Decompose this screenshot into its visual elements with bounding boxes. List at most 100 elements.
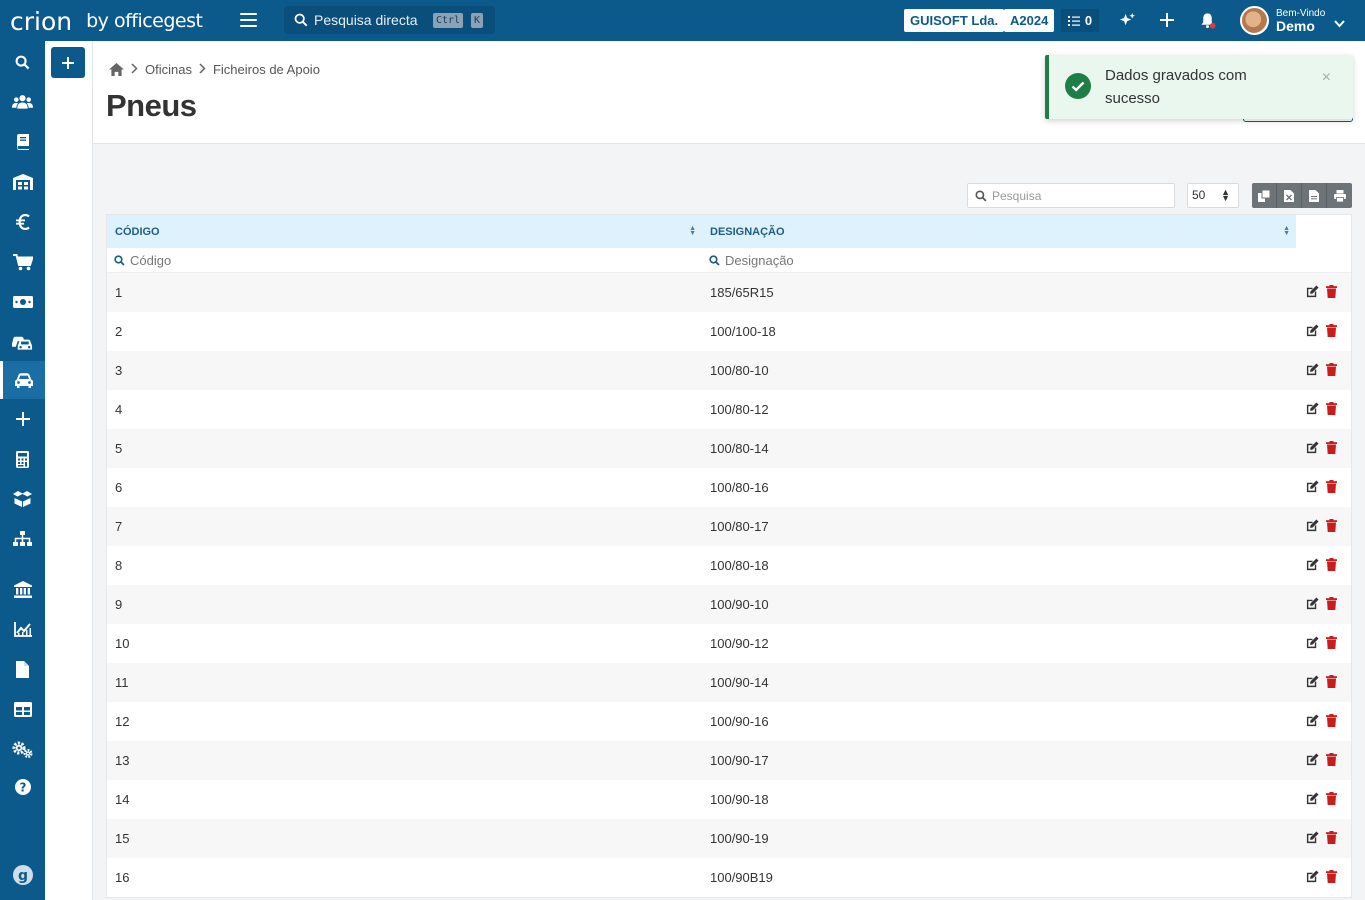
close-icon[interactable]: × [1322, 69, 1331, 87]
sidebar-item-finance[interactable] [0, 203, 45, 241]
sidebar-item-reports[interactable] [0, 610, 45, 648]
table-row[interactable]: 4 100/80-12 [107, 390, 1351, 429]
edit-icon[interactable] [1306, 635, 1319, 652]
table-row[interactable]: 6 100/80-16 [107, 468, 1351, 507]
edit-icon[interactable] [1306, 440, 1319, 457]
cart-icon [12, 253, 33, 270]
table-row[interactable]: 2 100/100-18 [107, 312, 1351, 351]
table-row[interactable]: 13 100/90-17 [107, 741, 1351, 780]
add-new-button[interactable] [51, 47, 85, 78]
sidebar-item-accounting[interactable] [0, 440, 45, 478]
user-greeting[interactable]: Bem-Vindo Demo [1276, 9, 1325, 34]
company-button[interactable]: GUISOFT Lda. [904, 9, 1005, 32]
edit-icon[interactable] [1306, 284, 1319, 301]
sidebar-item-sales[interactable] [0, 243, 45, 281]
sidebar-item-help[interactable]: ? [0, 768, 45, 806]
trash-icon[interactable] [1326, 557, 1337, 574]
trash-icon[interactable] [1326, 284, 1337, 301]
filter-designacao-input[interactable]: Designação [702, 248, 1296, 272]
sidebar-item-settings[interactable] [0, 730, 45, 768]
table-row[interactable]: 9 100/90-10 [107, 585, 1351, 624]
trash-icon[interactable] [1326, 791, 1337, 808]
trash-icon[interactable] [1326, 713, 1337, 730]
trash-icon[interactable] [1326, 752, 1337, 769]
trash-icon[interactable] [1326, 869, 1337, 886]
table-row[interactable]: 10 100/90-12 [107, 624, 1351, 663]
table-search-input[interactable]: Pesquisa [967, 183, 1175, 208]
edit-icon[interactable] [1306, 674, 1319, 691]
edit-icon[interactable] [1306, 791, 1319, 808]
svg-text:?: ? [19, 781, 26, 795]
edit-icon[interactable] [1306, 479, 1319, 496]
table-row[interactable]: 12 100/90-16 [107, 702, 1351, 741]
edit-icon[interactable] [1306, 830, 1319, 847]
edit-icon[interactable] [1306, 752, 1319, 769]
cell-codigo: 7 [115, 519, 123, 534]
table-row[interactable]: 8 100/80-18 [107, 546, 1351, 585]
year-button[interactable]: A2024 [1004, 9, 1055, 32]
home-icon[interactable] [109, 63, 124, 76]
filter-codigo-input[interactable]: Código [107, 248, 702, 272]
edit-icon[interactable] [1306, 362, 1319, 379]
plus-icon[interactable] [1158, 11, 1176, 29]
page-size-select[interactable]: 50 ▲ ▼ [1187, 183, 1239, 208]
avatar[interactable] [1240, 6, 1269, 35]
trash-icon[interactable] [1326, 674, 1337, 691]
edit-icon[interactable] [1306, 401, 1319, 418]
plus-icon [62, 56, 74, 69]
trash-icon[interactable] [1326, 362, 1337, 379]
table-row[interactable]: 16 100/90B19 [107, 858, 1351, 897]
sidebar-item-clients[interactable] [0, 83, 45, 121]
tasks-button[interactable]: 0 [1061, 9, 1099, 32]
chevron-down-icon[interactable] [1334, 15, 1345, 33]
table-row[interactable]: 11 100/90-14 [107, 663, 1351, 702]
table-row[interactable]: 3 100/80-10 [107, 351, 1351, 390]
edit-icon[interactable] [1306, 323, 1319, 340]
edit-icon[interactable] [1306, 518, 1319, 535]
edit-icon[interactable] [1306, 596, 1319, 613]
sidebar-item-warehouse[interactable] [0, 163, 45, 201]
csv-button[interactable] [1302, 183, 1327, 208]
app-logo[interactable]: crion by officegest [10, 4, 203, 38]
print-button[interactable] [1327, 183, 1352, 208]
sidebar-item-tables[interactable] [0, 690, 45, 728]
table-row[interactable]: 7 100/80-17 [107, 507, 1351, 546]
table-row[interactable]: 14 100/90-18 [107, 780, 1351, 819]
copy-button[interactable] [1252, 183, 1277, 208]
sidebar-item-officegest[interactable]: g [0, 856, 45, 894]
sidebar-item-structure[interactable] [0, 520, 45, 558]
calculator-icon [16, 450, 29, 468]
trash-icon[interactable] [1326, 635, 1337, 652]
edit-icon[interactable] [1306, 557, 1319, 574]
column-header-designacao[interactable]: DESIGNAÇÃO ▲ ▼ [702, 215, 1296, 248]
sidebar-item-bank[interactable] [0, 570, 45, 608]
sidebar-item-workshop[interactable] [0, 323, 45, 361]
trash-icon[interactable] [1326, 830, 1337, 847]
trash-icon[interactable] [1326, 479, 1337, 496]
breadcrumb-ficheiros[interactable]: Ficheiros de Apoio [213, 62, 320, 77]
sidebar-item-add[interactable] [0, 400, 45, 438]
table-row[interactable]: 1 185/65R15 [107, 273, 1351, 312]
global-search[interactable]: Pesquisa directa Ctrl K [284, 6, 495, 34]
ai-sparkle-icon[interactable] [1118, 11, 1136, 29]
sidebar-item-workshop-vehicles[interactable] [0, 361, 45, 399]
trash-icon[interactable] [1326, 401, 1337, 418]
table-row[interactable]: 15 100/90-19 [107, 819, 1351, 858]
column-header-codigo[interactable]: CÓDIGO ▲ ▼ [107, 215, 702, 248]
edit-icon[interactable] [1306, 713, 1319, 730]
table-row[interactable]: 5 100/80-14 [107, 429, 1351, 468]
menu-toggle-icon[interactable] [240, 13, 257, 27]
breadcrumb-oficinas[interactable]: Oficinas [145, 62, 192, 77]
sidebar-item-payments[interactable] [0, 283, 45, 321]
trash-icon[interactable] [1326, 323, 1337, 340]
trash-icon[interactable] [1326, 596, 1337, 613]
sidebar-item-search[interactable] [0, 43, 45, 81]
excel-button[interactable] [1277, 183, 1302, 208]
bell-icon[interactable] [1198, 11, 1216, 29]
sidebar-item-files[interactable] [0, 650, 45, 688]
trash-icon[interactable] [1326, 518, 1337, 535]
sidebar-item-documents[interactable] [0, 123, 45, 161]
sidebar-item-stock[interactable] [0, 480, 45, 518]
trash-icon[interactable] [1326, 440, 1337, 457]
edit-icon[interactable] [1306, 869, 1319, 886]
